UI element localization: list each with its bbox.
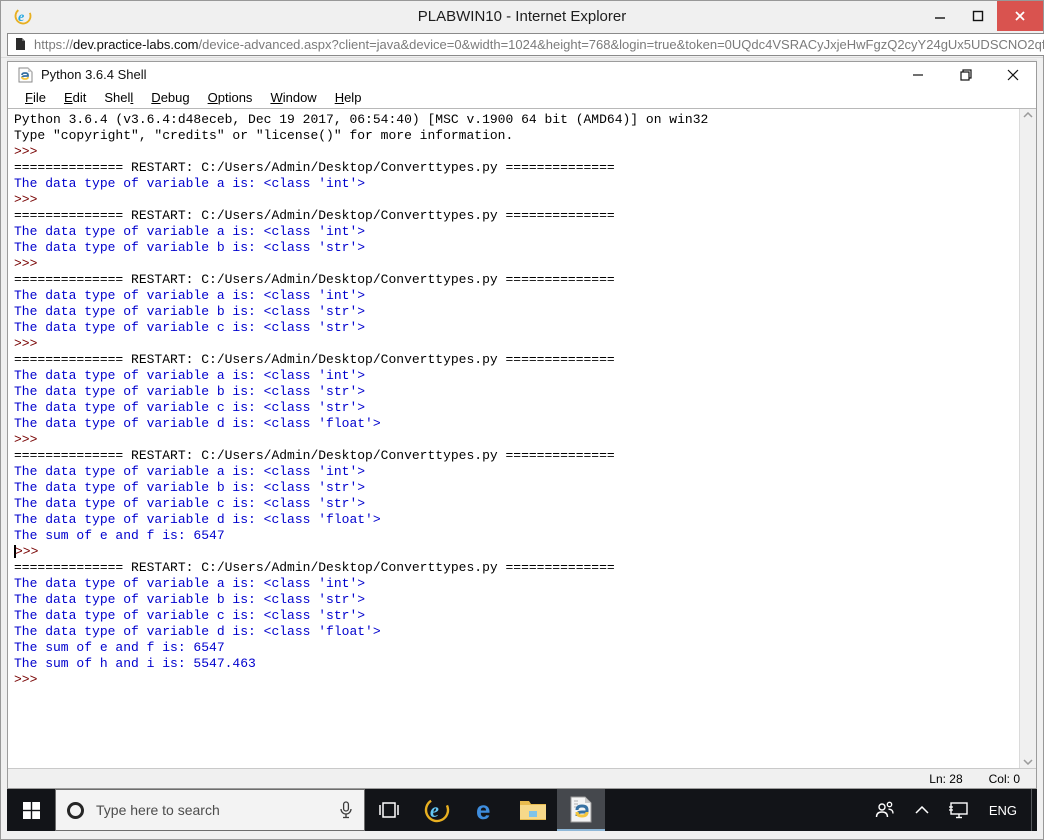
shell-line: The data type of variable a is: <class '…: [14, 368, 366, 383]
shell-line: Type "copyright", "credits" or "license(…: [14, 128, 514, 143]
shell-line: The data type of variable c is: <class '…: [14, 496, 366, 511]
ie-addressbar: https://dev.practice-labs.com/device-adv…: [1, 31, 1044, 58]
shell-line: The data type of variable d is: <class '…: [14, 512, 381, 527]
chevron-up-icon[interactable]: [909, 789, 935, 831]
shell-line: The data type of variable a is: <class '…: [14, 224, 366, 239]
menu-options[interactable]: Options: [199, 88, 262, 107]
menu-shell[interactable]: Shell: [95, 88, 142, 107]
scrollbar[interactable]: [1019, 109, 1036, 768]
shell-line: The data type of variable b is: <class '…: [14, 304, 366, 319]
start-button[interactable]: [7, 789, 55, 831]
idle-statusbar: Ln: 28 Col: 0: [8, 768, 1036, 788]
shell-line: The sum of e and f is: 6547: [14, 528, 225, 543]
url-path: /device-advanced.aspx?client=java&device…: [198, 36, 1044, 52]
idle-close-button[interactable]: [989, 62, 1036, 87]
page-icon: [15, 37, 26, 51]
idle-restore-button[interactable]: [942, 62, 989, 87]
shell-line: The data type of variable b is: <class '…: [14, 480, 366, 495]
shell-line: The data type of variable b is: <class '…: [14, 240, 366, 255]
shell-line: ============== RESTART: C:/Users/Admin/D…: [14, 352, 615, 367]
idle-minimize-button[interactable]: [895, 62, 942, 87]
maximize-button[interactable]: [959, 1, 997, 31]
shell-output[interactable]: Python 3.6.4 (v3.6.4:d48eceb, Dec 19 201…: [8, 109, 1019, 768]
shell-line: ============== RESTART: C:/Users/Admin/D…: [14, 160, 615, 175]
search-box[interactable]: Type here to search: [55, 789, 365, 831]
shell-line: The data type of variable c is: <class '…: [14, 608, 366, 623]
menu-file[interactable]: File: [16, 88, 55, 107]
python-file-icon: [18, 67, 33, 83]
shell-line: The data type of variable c is: <class '…: [14, 320, 366, 335]
ie-window: e PLABWIN10 - Internet Explorer https://…: [0, 0, 1044, 840]
menu-edit[interactable]: Edit: [55, 88, 95, 107]
idle-window-title: Python 3.6.4 Shell: [41, 67, 147, 82]
shell-line: >>>: [14, 144, 46, 159]
idle-titlebar: Python 3.6.4 Shell: [8, 62, 1036, 87]
shell-line: ============== RESTART: C:/Users/Admin/D…: [14, 272, 615, 287]
shell-line: >>>: [14, 256, 46, 271]
search-placeholder: Type here to search: [96, 802, 220, 818]
remote-desktop: Python 3.6.4 Shell File Edit Shell Debug Opt…: [7, 59, 1037, 831]
menu-help[interactable]: Help: [326, 88, 371, 107]
shell-line: The sum of h and i is: 5547.463: [14, 656, 256, 671]
scroll-down-icon[interactable]: [1023, 759, 1033, 765]
shell-line: The data type of variable d is: <class '…: [14, 624, 381, 639]
taskbar: Type here to search e e ENG: [7, 789, 1037, 831]
svg-text:e: e: [476, 796, 490, 824]
svg-text:e: e: [430, 800, 439, 822]
menu-debug[interactable]: Debug: [142, 88, 198, 107]
shell-line: Python 3.6.4 (v3.6.4:d48eceb, Dec 19 201…: [14, 112, 709, 127]
shell-line: The data type of variable b is: <class '…: [14, 384, 366, 399]
language-indicator[interactable]: ENG: [983, 803, 1023, 818]
status-line: Ln: 28: [929, 771, 963, 786]
shell-line: The data type of variable b is: <class '…: [14, 592, 366, 607]
task-view-button[interactable]: [365, 789, 413, 831]
minimize-button[interactable]: [921, 1, 959, 31]
shell-line: The data type of variable a is: <class '…: [14, 176, 366, 191]
people-icon[interactable]: [868, 789, 902, 831]
shell-line: ============== RESTART: C:/Users/Admin/D…: [14, 208, 615, 223]
shell-line: >>>: [14, 336, 46, 351]
address-input[interactable]: https://dev.practice-labs.com/device-adv…: [7, 32, 1044, 56]
shell-line: ============== RESTART: C:/Users/Admin/D…: [14, 560, 615, 575]
shell-line: The sum of e and f is: 6547: [14, 640, 225, 655]
shell-line: The data type of variable a is: <class '…: [14, 288, 366, 303]
network-icon[interactable]: [942, 789, 976, 831]
shell-line: ============== RESTART: C:/Users/Admin/D…: [14, 448, 615, 463]
idle-menubar: File Edit Shell Debug Options Window Help: [8, 87, 1036, 109]
shell-line: The data type of variable a is: <class '…: [14, 576, 366, 591]
taskbar-edge-icon[interactable]: e: [461, 789, 509, 831]
shell-line: >>>: [14, 544, 47, 559]
url-text: https://dev.practice-labs.com/device-adv…: [34, 37, 1044, 52]
window-title: PLABWIN10 - Internet Explorer: [417, 7, 627, 25]
microphone-icon[interactable]: [339, 800, 353, 820]
shell-line: >>>: [14, 432, 46, 447]
ie-titlebar: e PLABWIN10 - Internet Explorer: [1, 1, 1043, 31]
svg-text:e: e: [18, 9, 24, 25]
menu-window[interactable]: Window: [261, 88, 325, 107]
cortana-icon: [67, 801, 84, 819]
shell-line: >>>: [14, 192, 46, 207]
taskbar-internet-explorer-icon[interactable]: e: [413, 789, 461, 831]
show-desktop-button[interactable]: [1031, 789, 1037, 831]
url-scheme: https://: [34, 36, 74, 52]
close-button[interactable]: [997, 1, 1043, 31]
shell-line: The data type of variable a is: <class '…: [14, 464, 366, 479]
ie-logo-icon: e: [13, 6, 33, 26]
text-cursor: [14, 545, 16, 559]
idle-window: Python 3.6.4 Shell File Edit Shell Debug Opt…: [7, 61, 1037, 789]
taskbar-python-idle-icon[interactable]: [557, 789, 605, 831]
taskbar-file-explorer-icon[interactable]: [509, 789, 557, 831]
url-host: dev.practice-labs.com: [73, 36, 199, 52]
shell-line: >>>: [14, 672, 46, 687]
scroll-up-icon[interactable]: [1023, 112, 1033, 118]
shell-line: The data type of variable c is: <class '…: [14, 400, 366, 415]
status-col: Col: 0: [988, 771, 1020, 786]
shell-line: The data type of variable d is: <class '…: [14, 416, 381, 431]
